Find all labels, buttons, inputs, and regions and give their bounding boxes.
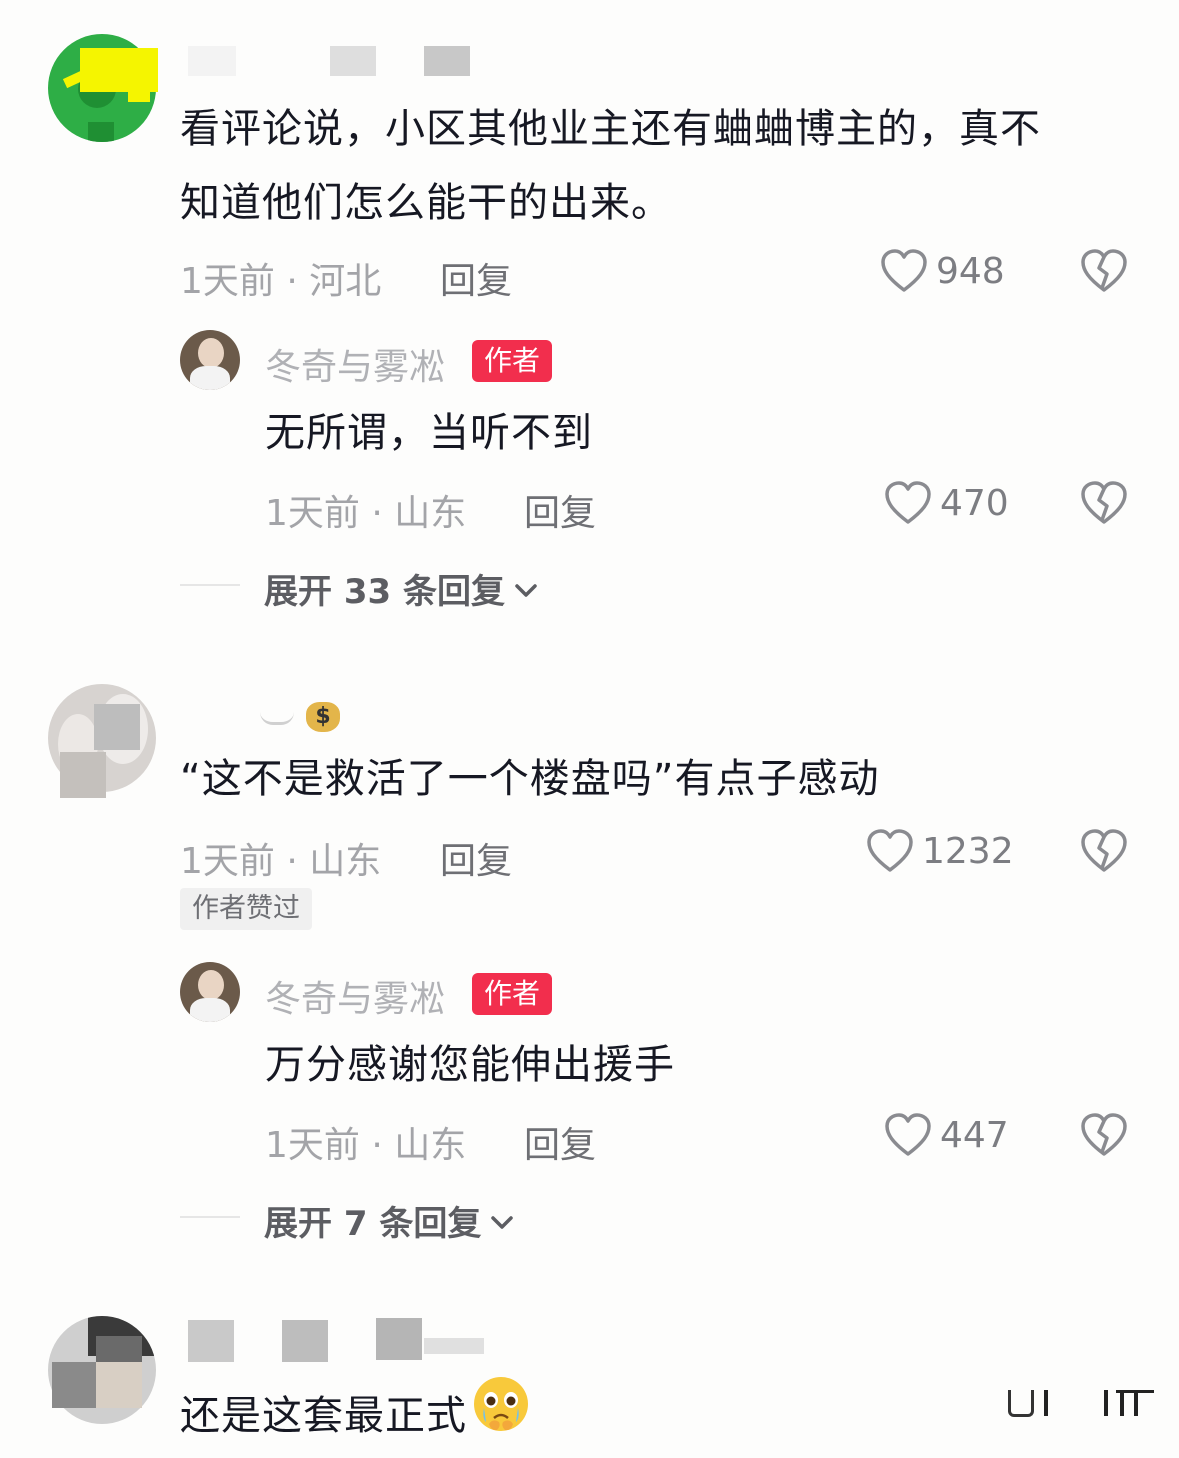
comment-text-line: 知道他们怎么能干的出来。 [180,180,672,226]
avatar-censor-overlay [94,704,140,750]
reply-button[interactable]: 回复 [440,832,512,884]
reply-text: 无所谓，当听不到 [265,410,593,456]
chevron-down-icon [513,569,539,609]
like-count: 948 [936,250,1005,292]
expand-label: 展开 7 条回复 [264,1204,482,1244]
like-count: 470 [940,482,1009,524]
broken-heart-icon [1080,1112,1128,1158]
broken-heart-icon [1080,828,1128,874]
divider-line [180,584,240,586]
username-censored[interactable] [260,712,294,725]
pleading-crying-emoji-icon [471,1374,531,1458]
like-count: 447 [940,1114,1009,1156]
avatar-censor-overlay [96,1362,142,1408]
author-badge: 作者 [472,973,553,1015]
chevron-down-icon [489,1201,515,1241]
like-button[interactable]: 447 [884,1112,1009,1158]
comment-text-line: 看评论说，小区其他业主还有蛐蛐博主的，真不 [180,106,1041,152]
avatar-censor-overlay [128,88,150,102]
like-button[interactable]: 1232 [866,828,1014,874]
comment-text: 还是这套最正式 [180,1374,531,1458]
like-button[interactable]: 470 [884,480,1009,526]
comment-text-body: 还是这套最正式 [180,1393,467,1439]
username-censored[interactable] [188,46,236,76]
avatar-censor-overlay [52,1362,98,1408]
comment-meta: 1天前 · 河北 [180,261,382,302]
like-button[interactable]: 948 [880,248,1005,294]
author-avatar[interactable] [180,962,240,1022]
username-censored [282,1320,328,1362]
expand-replies-button[interactable]: 展开 7 条回复 [264,1196,515,1245]
expand-replies-button[interactable]: 展开 33 条回复 [264,564,539,613]
author-badge: 作者 [472,340,553,382]
broken-heart-icon [1080,480,1128,526]
dislike-button[interactable] [1080,1112,1128,1158]
like-count: 1232 [922,830,1014,872]
reply-meta: 1天前 · 山东 [265,1125,467,1166]
username-censored [376,1318,422,1360]
reply-button[interactable]: 回复 [524,1116,596,1168]
author-avatar[interactable] [180,330,240,390]
comment-text: 看评论说，小区其他业主还有蛐蛐博主的，真不 知道他们怎么能干的出来。 [180,92,1140,240]
reply-button[interactable]: 回复 [524,484,596,536]
broken-heart-icon [1080,248,1128,294]
dislike-button[interactable] [1080,248,1128,294]
comment-text: “这不是救活了一个楼盘吗”有点子感动 [180,756,880,802]
avatar-censor-overlay [80,48,158,92]
dislike-button[interactable] [1080,480,1128,526]
reply-meta: 1天前 · 山东 [265,493,467,534]
avatar-censor-overlay [96,1336,142,1364]
author-liked-tag: 作者赞过 [180,888,312,930]
heart-outline-icon [880,248,928,294]
username-censored [424,1338,484,1354]
username-censored[interactable] [188,1320,234,1362]
reply-button[interactable]: 回复 [440,252,512,304]
author-name[interactable]: 冬奇与雾凇 [265,970,445,1022]
dislike-button[interactable] [1080,828,1128,874]
divider-line [180,1216,240,1218]
watermark-logo [1004,1390,1154,1417]
avatar-censor-overlay [60,752,106,798]
expand-label: 展开 33 条回复 [264,572,505,612]
reply-text: 万分感谢您能伸出援手 [265,1042,675,1088]
author-name[interactable]: 冬奇与雾凇 [265,338,445,390]
heart-outline-icon [866,828,914,874]
heart-outline-icon [884,1112,932,1158]
heart-outline-icon [884,480,932,526]
comment-meta: 1天前 · 山东 [180,841,382,882]
username-censored [424,46,470,76]
username-censored [330,46,376,76]
money-bag-icon: $ [306,702,340,732]
